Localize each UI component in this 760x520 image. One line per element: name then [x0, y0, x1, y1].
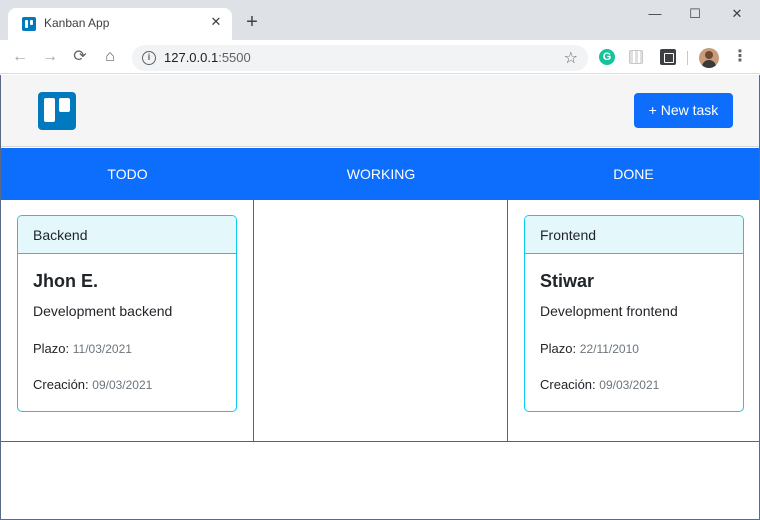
browser-tab[interactable]: Kanban App ✕ — [8, 8, 232, 40]
creacion-value: 09/03/2021 — [599, 378, 660, 392]
card-description: Development frontend — [540, 303, 678, 319]
extension-grid-icon[interactable] — [629, 50, 643, 64]
maximize-icon[interactable]: ☐ — [680, 4, 710, 24]
back-arrow-icon[interactable]: ← — [10, 47, 30, 67]
bookmark-star-icon[interactable]: ☆ — [564, 48, 578, 68]
column-header-done: DONE — [613, 166, 654, 182]
column-header-bar: TODO WORKING DONE — [1, 148, 759, 200]
address-bar[interactable]: i 127.0.0.1:5500 ☆ — [132, 45, 588, 71]
card-description: Development backend — [33, 303, 173, 319]
close-tab-icon[interactable]: ✕ — [208, 14, 224, 30]
url-port: :5500 — [218, 50, 251, 65]
card-header: Frontend — [525, 216, 743, 254]
card-title: Jhon E. — [33, 271, 99, 291]
card-creacion: Creación: 09/03/2021 — [33, 377, 152, 392]
grammarly-extension-icon[interactable]: G — [599, 49, 615, 65]
forward-arrow-icon[interactable]: → — [40, 47, 60, 67]
creacion-label: Creación: — [540, 377, 596, 392]
card-creacion: Creación: 09/03/2021 — [540, 377, 659, 392]
column-done[interactable]: Frontend Stiwar Development frontend Pla… — [508, 200, 759, 441]
browser-menu-icon[interactable]: ⋮ — [732, 47, 748, 67]
column-header-todo: TODO — [107, 166, 148, 182]
kanban-page: + New task TODO WORKING DONE Backend Jho… — [0, 75, 760, 520]
minimize-icon[interactable]: — — [640, 4, 670, 24]
new-tab-button[interactable]: + — [242, 12, 262, 32]
plazo-label: Plazo: — [33, 341, 70, 356]
close-window-icon[interactable]: ✕ — [722, 4, 752, 24]
plazo-label: Plazo: — [540, 341, 577, 356]
reload-icon[interactable]: ⟳ — [70, 47, 90, 67]
home-icon[interactable]: ⌂ — [100, 47, 120, 67]
browser-toolbar: ← → ⟳ ⌂ i 127.0.0.1:5500 ☆ G ⋮ — [0, 40, 760, 74]
task-card[interactable]: Backend Jhon E. Development backend Plaz… — [17, 215, 237, 412]
url-host: 127.0.0.1 — [164, 50, 219, 65]
profile-avatar[interactable] — [699, 48, 719, 68]
trello-logo-icon[interactable] — [38, 92, 76, 130]
app-navbar: + New task — [1, 75, 759, 147]
task-card[interactable]: Frontend Stiwar Development frontend Pla… — [524, 215, 744, 412]
board-bottom-border — [1, 441, 759, 442]
column-working[interactable] — [254, 200, 508, 441]
creacion-value: 09/03/2021 — [92, 378, 153, 392]
new-task-button[interactable]: + New task — [634, 93, 733, 128]
plazo-value: 11/03/2021 — [72, 342, 132, 356]
column-header-working: WORKING — [346, 166, 416, 182]
card-header: Backend — [18, 216, 236, 254]
column-todo[interactable]: Backend Jhon E. Development backend Plaz… — [1, 200, 254, 441]
browser-titlebar: Kanban App ✕ + — ☐ ✕ — [0, 0, 760, 40]
card-plazo: Plazo: 11/03/2021 — [33, 341, 132, 356]
toolbar-separator — [687, 51, 688, 65]
card-title: Stiwar — [540, 271, 595, 291]
site-info-icon[interactable]: i — [142, 51, 156, 65]
tab-title: Kanban App — [44, 16, 110, 30]
trello-favicon-icon — [22, 17, 36, 31]
creacion-label: Creación: — [33, 377, 89, 392]
url-text: 127.0.0.1:5500 — [164, 50, 251, 65]
extension-dark-icon[interactable] — [660, 49, 676, 65]
plazo-value: 22/11/2010 — [579, 342, 639, 356]
card-plazo: Plazo: 22/11/2010 — [540, 341, 639, 356]
